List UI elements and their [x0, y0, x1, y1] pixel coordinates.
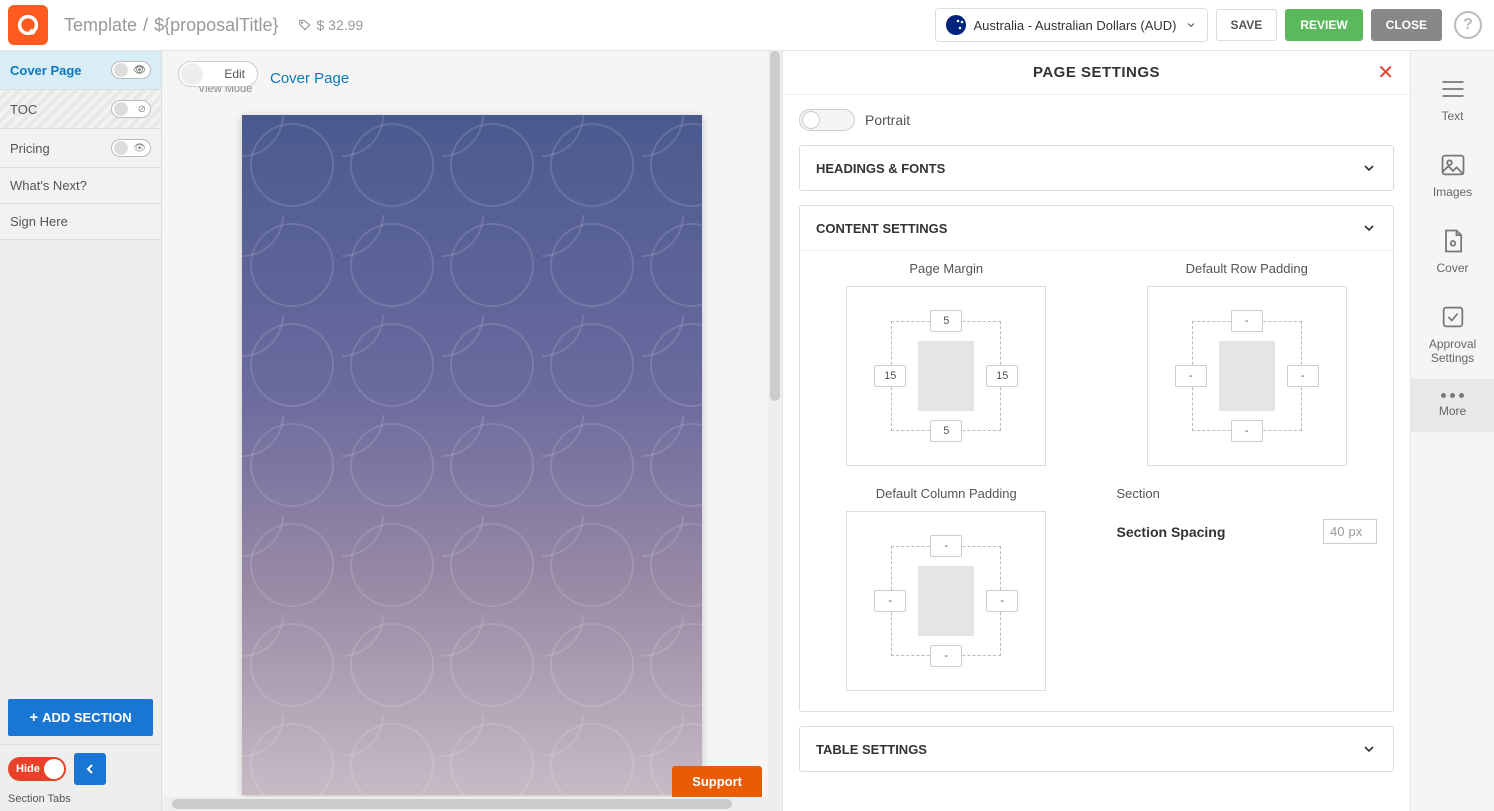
- sidebar-item-toc[interactable]: TOC ⊘: [0, 90, 161, 129]
- visibility-toggle[interactable]: ⊘: [111, 100, 151, 118]
- margin-bottom-input[interactable]: 5: [930, 420, 962, 442]
- text-lines-icon: [1439, 75, 1467, 103]
- back-button[interactable]: [74, 753, 106, 785]
- edit-mode-toggle[interactable]: Edit: [178, 61, 258, 87]
- canvas-title: Cover Page: [270, 70, 349, 87]
- left-sidebar: Cover Page 👁 TOC ⊘ Pricing 👁 What's Next…: [0, 51, 162, 811]
- vertical-scrollbar[interactable]: [768, 51, 782, 797]
- chevron-down-icon: [1361, 160, 1377, 176]
- rail-approval[interactable]: Approval Settings: [1411, 289, 1494, 379]
- row-padding-block: Default Row Padding - - - -: [1117, 261, 1378, 466]
- orientation-row: Portrait: [799, 105, 1394, 145]
- save-button[interactable]: SAVE: [1216, 9, 1278, 41]
- section-tabs-label: Section Tabs: [0, 793, 161, 811]
- visibility-toggle[interactable]: 👁: [111, 139, 151, 157]
- accordion-headings-fonts: HEADINGS & FONTS: [799, 145, 1394, 191]
- section-spacing-input[interactable]: 40 px: [1323, 519, 1377, 544]
- price-tag: $ 32.99: [298, 17, 363, 33]
- image-icon: [1439, 151, 1467, 179]
- rail-more[interactable]: More: [1411, 379, 1494, 432]
- tag-icon: [298, 18, 312, 32]
- col-padding-left-input[interactable]: -: [874, 590, 906, 612]
- settings-title: PAGE SETTINGS: [1033, 64, 1160, 81]
- column-padding-block: Default Column Padding - - - -: [816, 486, 1077, 691]
- accordion-header-table-settings[interactable]: TABLE SETTINGS: [800, 727, 1393, 771]
- visibility-toggle[interactable]: 👁: [111, 61, 151, 79]
- sidebar-item-pricing[interactable]: Pricing 👁: [0, 129, 161, 168]
- settings-close-button[interactable]: ✕: [1377, 60, 1394, 85]
- support-button[interactable]: Support: [672, 766, 762, 797]
- section-block: Section Section Spacing 40 px: [1117, 486, 1378, 691]
- row-padding-top-input[interactable]: -: [1231, 310, 1263, 332]
- check-square-icon: [1439, 303, 1467, 331]
- settings-header: PAGE SETTINGS ✕: [783, 51, 1410, 95]
- column-padding-diagram: - - - -: [846, 511, 1046, 691]
- col-padding-top-input[interactable]: -: [930, 535, 962, 557]
- page-margin-diagram: 5 15 5 15: [846, 286, 1046, 466]
- horizontal-scrollbar[interactable]: [162, 797, 782, 811]
- arrow-left-icon: [82, 761, 98, 777]
- accordion-header-content-settings[interactable]: CONTENT SETTINGS: [800, 206, 1393, 250]
- eye-slash-icon: ⊘: [138, 104, 146, 115]
- page-margin-block: Page Margin 5 15 5 15: [816, 261, 1077, 466]
- eye-icon: 👁: [133, 143, 146, 154]
- accordion-table-settings: TABLE SETTINGS: [799, 726, 1394, 772]
- close-button[interactable]: CLOSE: [1371, 9, 1442, 41]
- canvas-area: Edit View Mode Cover Page Support: [162, 51, 782, 811]
- rail-images[interactable]: Images: [1411, 137, 1494, 213]
- eye-icon: 👁: [133, 65, 146, 76]
- orientation-toggle[interactable]: [799, 109, 855, 131]
- chevron-down-icon: [1361, 220, 1377, 236]
- chevron-down-icon: [1185, 19, 1197, 31]
- rail-cover[interactable]: Cover: [1411, 213, 1494, 289]
- app-header: Template / ${proposalTitle} $ 32.99 Aust…: [0, 0, 1494, 51]
- flag-au-icon: [946, 15, 966, 35]
- margin-right-input[interactable]: 15: [986, 365, 1018, 387]
- sidebar-item-sign-here[interactable]: Sign Here: [0, 204, 161, 240]
- canvas-scroll[interactable]: [162, 105, 782, 797]
- col-padding-right-input[interactable]: -: [986, 590, 1018, 612]
- page-preview: [242, 115, 702, 795]
- row-padding-right-input[interactable]: -: [1287, 365, 1319, 387]
- row-padding-bottom-input[interactable]: -: [1231, 420, 1263, 442]
- accordion-header-headings-fonts[interactable]: HEADINGS & FONTS: [800, 146, 1393, 190]
- sidebar-item-whats-next[interactable]: What's Next?: [0, 168, 161, 204]
- currency-selector[interactable]: Australia - Australian Dollars (AUD): [935, 8, 1208, 42]
- app-logo: [8, 5, 48, 45]
- breadcrumb: Template / ${proposalTitle}: [64, 15, 278, 36]
- orientation-label: Portrait: [865, 112, 910, 128]
- chevron-down-icon: [1361, 741, 1377, 757]
- row-padding-diagram: - - - -: [1147, 286, 1347, 466]
- section-spacing-label: Section Spacing: [1117, 524, 1226, 540]
- review-button[interactable]: REVIEW: [1285, 9, 1362, 41]
- margin-left-input[interactable]: 15: [874, 365, 906, 387]
- breadcrumb-template: Template: [64, 15, 137, 36]
- canvas-toolbar: Edit View Mode Cover Page: [162, 51, 782, 105]
- breadcrumb-title: ${proposalTitle}: [154, 15, 278, 36]
- margin-top-input[interactable]: 5: [930, 310, 962, 332]
- section-list: Cover Page 👁 TOC ⊘ Pricing 👁 What's Next…: [0, 51, 161, 691]
- settings-body[interactable]: Portrait HEADINGS & FONTS CONTENT SETTIN…: [783, 95, 1410, 811]
- row-padding-left-input[interactable]: -: [1175, 365, 1207, 387]
- settings-panel: PAGE SETTINGS ✕ Portrait HEADINGS & FONT…: [782, 51, 1410, 811]
- rail-text[interactable]: Text: [1411, 61, 1494, 137]
- sidebar-item-cover-page[interactable]: Cover Page 👁: [0, 51, 161, 90]
- help-button[interactable]: ?: [1454, 11, 1482, 39]
- hide-toggle[interactable]: Hide: [8, 757, 66, 781]
- add-section-button[interactable]: +ADD SECTION: [8, 699, 153, 736]
- col-padding-bottom-input[interactable]: -: [930, 645, 962, 667]
- document-icon: [1439, 227, 1467, 255]
- right-rail: Text Images Cover Approval Settings More: [1410, 51, 1494, 811]
- more-dots-icon: [1441, 393, 1464, 398]
- accordion-content-settings: CONTENT SETTINGS Page Margin 5: [799, 205, 1394, 712]
